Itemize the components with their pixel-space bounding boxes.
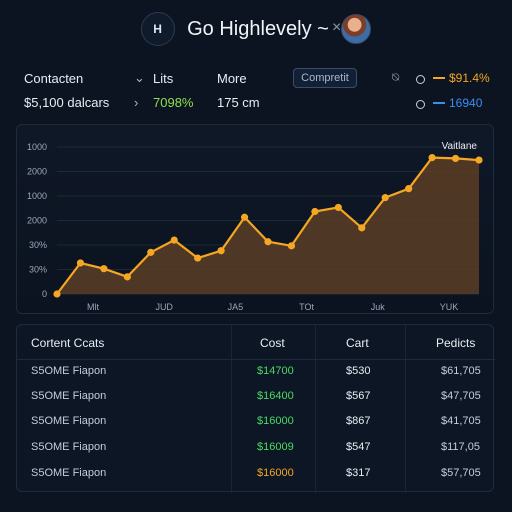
data-point	[76, 259, 85, 267]
cell-name: S5OME Fiapon	[31, 415, 107, 427]
x-tick-label: Mlt	[87, 302, 99, 312]
column-header-cart[interactable]: Cart	[346, 336, 369, 350]
data-point	[358, 224, 366, 232]
right-bottom-value: 16940	[449, 96, 483, 110]
x-tick-label: TOt	[299, 302, 314, 312]
cell-predicts: $117,05	[441, 441, 480, 453]
cell-name: S5OME Fiapon	[31, 467, 107, 479]
contacts-label: Contacten	[24, 71, 84, 86]
cell-name: S5OME Fiapon	[31, 390, 107, 402]
more-label[interactable]: More	[217, 71, 247, 86]
cell-cart: $567	[346, 390, 371, 402]
data-point	[311, 207, 319, 216]
chart-panel: 1000 2000 1000 2000 30% 30% 0 Mlt JUD JA5 TOt Juk YU…	[16, 124, 494, 314]
x-tick-label: Juk	[371, 302, 386, 312]
lists-value: 7098%	[153, 95, 194, 110]
right-top-value: $91.4%	[449, 71, 490, 85]
series-ring-orange-icon	[416, 72, 425, 87]
avatar[interactable]	[340, 14, 371, 44]
data-point	[381, 194, 389, 202]
y-tick-label: 2000	[27, 216, 47, 226]
compare-button[interactable]: Compretit	[293, 68, 357, 88]
header-divider	[17, 359, 495, 360]
data-point	[287, 242, 296, 250]
filter-icon[interactable]: ⍉	[392, 70, 399, 85]
cell-cost: $16000	[257, 415, 294, 427]
cell-cart: $530	[346, 365, 371, 377]
cell-cart: $317	[346, 467, 371, 479]
cell-predicts: $41,705	[441, 415, 481, 427]
data-point	[240, 213, 249, 221]
cell-name: S5OME Fiapon	[31, 441, 107, 453]
column-header-cost[interactable]: Cost	[260, 336, 285, 350]
x-tick-label: JA5	[228, 302, 244, 312]
cell-cost: $16400	[257, 390, 294, 402]
data-point	[475, 156, 483, 164]
summary-bar: Contacten $5,100 dalcars ⌄ Lits › 7098% …	[0, 62, 512, 116]
data-point	[170, 236, 178, 244]
area-chart: 1000 2000 1000 2000 30% 30% 0 Mlt JUD JA5 TOt Juk YU…	[27, 141, 483, 312]
column-divider	[231, 325, 232, 493]
data-point	[428, 154, 436, 162]
y-tick-label: 1000	[27, 142, 47, 152]
y-tick-label: 30%	[29, 265, 47, 275]
chevron-right-icon[interactable]: ›	[134, 95, 138, 110]
y-tick-label: 0	[42, 289, 47, 299]
data-point	[451, 154, 460, 163]
cell-cost: $16009	[257, 441, 294, 453]
data-table: Cortent Ccats Cost Cart Pedicts S5OME Fi…	[16, 324, 495, 493]
blue-legend-line	[433, 102, 445, 104]
column-header-predicts[interactable]: Pedicts	[436, 336, 475, 350]
data-point	[53, 290, 61, 298]
contacts-value: $5,100 dalcars	[24, 95, 110, 110]
data-point	[147, 248, 155, 256]
column-divider	[315, 325, 316, 493]
app-badge[interactable]: H	[141, 12, 176, 46]
series-ring-blue-icon	[416, 97, 425, 112]
close-icon[interactable]: ×	[332, 19, 341, 37]
y-tick-label: 1000	[27, 191, 47, 201]
top-bar: H Go Highlevely ~	[0, 0, 512, 58]
x-tick-label: JUD	[155, 302, 173, 312]
data-point	[123, 273, 131, 281]
lists-label: Lits	[153, 71, 174, 86]
more-value: 175 cm	[217, 95, 260, 110]
cell-cart: $867	[346, 415, 371, 427]
app-title[interactable]: Go Highlevely ~	[187, 18, 329, 41]
x-tick-label: YUK	[440, 302, 459, 312]
cell-predicts: $61,705	[441, 365, 481, 377]
cell-cost: $14700	[257, 365, 294, 377]
cell-name: S5OME Fiapon	[31, 365, 107, 377]
chart-legend: Vaitlane	[442, 141, 478, 152]
cell-predicts: $57,705	[441, 467, 481, 479]
cell-cart: $547	[346, 441, 371, 453]
data-point	[217, 247, 225, 255]
data-point	[194, 254, 202, 262]
y-tick-label: 30%	[29, 240, 47, 250]
column-divider	[405, 325, 406, 493]
cell-cost: $16000	[257, 467, 294, 479]
data-point	[100, 265, 108, 273]
column-header-content[interactable]: Cortent Ccats	[31, 336, 104, 350]
data-point	[334, 203, 342, 212]
data-point	[405, 185, 413, 193]
y-tick-label: 2000	[27, 167, 47, 177]
chevron-down-icon[interactable]: ⌄	[134, 70, 145, 86]
data-point	[264, 238, 272, 246]
orange-legend-line	[433, 77, 445, 79]
cell-predicts: $47,705	[441, 390, 481, 402]
